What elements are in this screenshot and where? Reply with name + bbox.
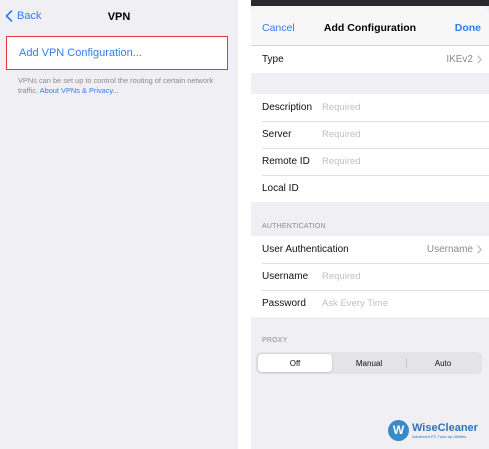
remote-id-label: Remote ID	[262, 156, 310, 167]
local-id-label: Local ID	[262, 183, 299, 194]
vpn-info-footer: VPNs can be set up to control the routin…	[18, 76, 228, 96]
username-input[interactable]: Required	[322, 271, 361, 282]
authentication-section-header: AUTHENTICATION	[262, 223, 326, 230]
type-value: IKEv2	[446, 54, 473, 65]
sheet-nav-bar: Cancel Add Configuration Done	[251, 6, 489, 46]
nav-bar: Back VPN	[0, 0, 238, 38]
user-authentication-value: Username	[426, 244, 473, 255]
proxy-option-off[interactable]: Off	[258, 354, 332, 372]
remote-id-input[interactable]: Required	[322, 156, 361, 167]
vpn-settings-panel: Back VPN Add VPN Configuration... VPNs c…	[0, 0, 238, 449]
wisecleaner-watermark: W WiseCleaner Advanced PC Tune-up Utilit…	[388, 414, 489, 446]
about-vpns-privacy-link[interactable]: About VPNs & Privacy...	[40, 86, 119, 95]
description-label: Description	[262, 102, 313, 113]
password-row[interactable]: Password Ask Every Time	[251, 290, 489, 317]
proxy-option-manual[interactable]: Manual	[332, 354, 406, 372]
panel-divider	[238, 0, 251, 449]
username-label: Username	[262, 271, 309, 282]
add-vpn-configuration-label: Add VPN Configuration...	[19, 47, 142, 59]
type-row[interactable]: Type IKEv2	[251, 46, 489, 73]
watermark-text: WiseCleaner Advanced PC Tune-up Utilitie…	[412, 422, 478, 439]
type-label: Type	[262, 54, 284, 65]
proxy-section-header: PROXY	[262, 337, 288, 344]
server-config-group: Description Required Server Required Rem…	[251, 94, 489, 202]
type-group: Type IKEv2	[251, 46, 489, 73]
page-title: VPN	[107, 11, 131, 23]
description-input[interactable]: Required	[322, 102, 361, 113]
user-authentication-label: User Authentication	[262, 244, 349, 255]
done-button[interactable]: Done	[455, 22, 481, 34]
remote-id-row[interactable]: Remote ID Required	[251, 148, 489, 175]
local-id-row[interactable]: Local ID	[251, 175, 489, 202]
server-label: Server	[262, 129, 292, 140]
chevron-right-icon	[477, 55, 482, 64]
password-label: Password	[262, 298, 306, 309]
username-row[interactable]: Username Required	[251, 263, 489, 290]
watermark-name: WiseCleaner	[412, 421, 478, 434]
server-row[interactable]: Server Required	[251, 121, 489, 148]
user-authentication-row[interactable]: User Authentication Username	[251, 236, 489, 263]
server-input[interactable]: Required	[322, 129, 361, 140]
watermark-tagline: Advanced PC Tune-up Utilities	[412, 433, 467, 439]
proxy-option-auto[interactable]: Auto	[406, 354, 480, 372]
chevron-right-icon	[477, 245, 482, 254]
add-vpn-configuration-button[interactable]: Add VPN Configuration...	[6, 36, 228, 70]
description-row[interactable]: Description Required	[251, 94, 489, 121]
authentication-group: User Authentication Username Username Re…	[251, 236, 489, 317]
wisecleaner-logo-icon: W	[388, 419, 409, 441]
add-configuration-sheet: Cancel Add Configuration Done Type IKEv2…	[251, 0, 489, 449]
proxy-segmented-control: Off Manual Auto	[256, 352, 482, 374]
sheet-title: Add Configuration	[323, 22, 417, 34]
password-input[interactable]: Ask Every Time	[322, 298, 388, 309]
